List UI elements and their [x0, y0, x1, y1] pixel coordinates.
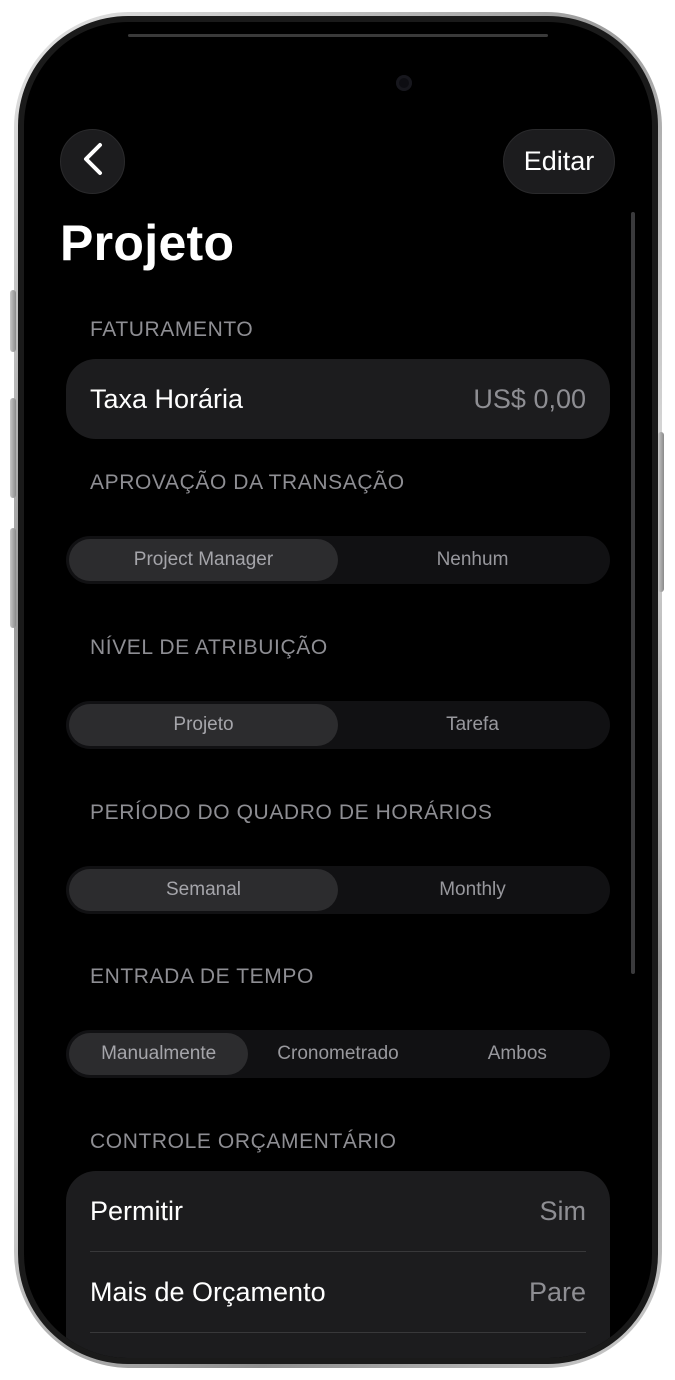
over-budget-row[interactable]: Mais de Orçamento Pare [66, 1252, 610, 1332]
volume-down-button [10, 528, 16, 628]
billing-card: Taxa Horária US$ 0,00 [66, 359, 610, 439]
row-value: Sim [539, 1195, 587, 1226]
segment-cronometrado[interactable]: Cronometrado [248, 1033, 427, 1075]
segment-projeto[interactable]: Projeto [69, 704, 338, 746]
allow-row[interactable]: Permitir Sim [66, 1171, 610, 1251]
hourly-rate-row[interactable]: Taxa Horária US$ 0,00 [66, 359, 610, 439]
section-label-periodo: PERÍODO DO QUADRO DE HORÁRIOS [90, 801, 493, 824]
segment-manualmente[interactable]: Manualmente [69, 1033, 249, 1075]
section-label-faturamento: FATURAMENTO [90, 318, 254, 341]
segment-nenhum[interactable]: Nenhum [338, 539, 607, 581]
section-label-entrada: ENTRADA DE TEMPO [90, 965, 314, 988]
row-label: Permitir [90, 1195, 183, 1226]
section-label-nivel: NÍVEL DE ATRIBUIÇÃO [90, 636, 328, 659]
screen: Editar Projeto FATURAMENTO Taxa Horária … [24, 22, 652, 1358]
page-title: Projeto [60, 215, 235, 271]
segment-project-manager[interactable]: Project Manager [69, 539, 338, 581]
section-label-controle: CONTROLE ORÇAMENTÁRIO [90, 1130, 397, 1153]
front-camera [396, 75, 412, 91]
assignment-level-segmented-control: Projeto Tarefa [66, 701, 610, 749]
speaker-grille [128, 34, 548, 37]
row-label: Mais de Orçamento [90, 1276, 326, 1307]
time-entry-segmented-control: Manualmente Cronometrado Ambos [66, 1030, 610, 1078]
action-button [10, 290, 16, 352]
edit-button[interactable]: Editar [503, 129, 615, 194]
budget-control-card: Permitir Sim Mais de Orçamento Pare [66, 1171, 610, 1358]
power-button [658, 432, 664, 592]
scrollbar[interactable] [631, 212, 635, 974]
section-label-aprovacao: APROVAÇÃO DA TRANSAÇÃO [90, 471, 405, 494]
segment-semanal[interactable]: Semanal [69, 869, 338, 911]
back-button[interactable] [60, 129, 125, 194]
row-label: Taxa Horária [90, 383, 244, 414]
timesheet-period-segmented-control: Semanal Monthly [66, 866, 610, 914]
volume-up-button [10, 398, 16, 498]
segment-monthly[interactable]: Monthly [338, 869, 607, 911]
chevron-left-icon [82, 142, 104, 181]
row-value: US$ 0,00 [473, 383, 586, 414]
row-value: Pare [528, 1276, 586, 1307]
segment-tarefa[interactable]: Tarefa [338, 704, 607, 746]
approval-segmented-control: Project Manager Nenhum [66, 536, 610, 584]
divider [90, 1332, 586, 1333]
segment-ambos[interactable]: Ambos [428, 1033, 607, 1075]
